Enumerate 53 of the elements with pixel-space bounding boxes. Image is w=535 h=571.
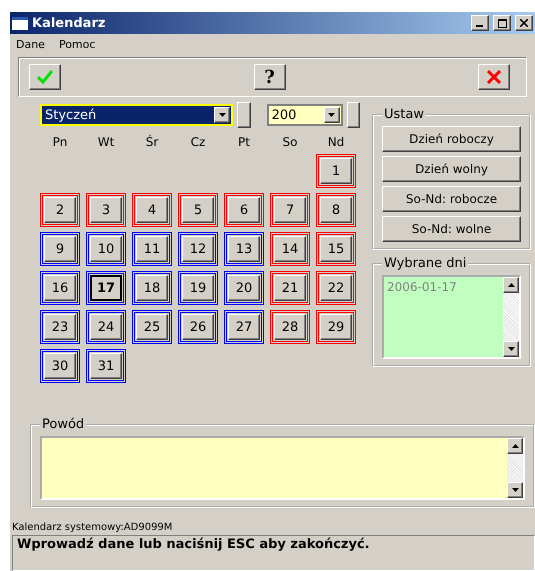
day-button[interactable]: 30 (44, 353, 76, 379)
menu-item[interactable]: Pomoc (58, 38, 96, 51)
day-button[interactable]: 19 (182, 275, 214, 301)
weekday-label: Nd (326, 135, 346, 149)
day-button[interactable]: 1 (320, 158, 352, 184)
group-title: Powód (41, 417, 86, 432)
day-button[interactable]: 3 (90, 197, 122, 223)
day-button[interactable]: 31 (90, 353, 122, 379)
help-button[interactable]: ? (254, 64, 286, 90)
set-button[interactable]: Dzień roboczy (382, 126, 521, 152)
day-button[interactable]: 28 (274, 314, 306, 340)
day-button[interactable]: 15 (320, 236, 352, 262)
day-button[interactable]: 14 (274, 236, 306, 262)
year-dropdown[interactable]: 200 (266, 104, 343, 126)
day-button[interactable]: 9 (44, 236, 76, 262)
group-title: Ustaw (383, 107, 425, 122)
day-button[interactable]: 5 (182, 197, 214, 223)
day-button[interactable]: 29 (320, 314, 352, 340)
day-button[interactable]: 25 (136, 314, 168, 340)
day-button[interactable]: 27 (228, 314, 260, 340)
day-button[interactable]: 23 (44, 314, 76, 340)
day-button[interactable]: 24 (90, 314, 122, 340)
day-button[interactable]: 12 (182, 236, 214, 262)
day-button[interactable]: 18 (136, 275, 168, 301)
weekday-label: Pn (52, 135, 68, 149)
system-calendar-label: Kalendarz systemowy:AD9099M (11, 521, 174, 533)
set-button[interactable]: So-Nd: wolne (382, 216, 521, 242)
weekday-label: Pt (237, 135, 251, 149)
day-button[interactable]: 20 (228, 275, 260, 301)
weekday-label: Cz (190, 135, 206, 149)
group-title: Wybrane dni (383, 256, 468, 271)
day-button[interactable]: 17 (90, 275, 122, 301)
weekday-label: So (282, 135, 298, 149)
day-button[interactable]: 26 (182, 314, 214, 340)
status-bar: Wprowadź dane lub naciśnij ESC aby zakończyć. (12, 535, 535, 571)
day-button[interactable]: 2 (44, 197, 76, 223)
weekday-label: Wt (96, 135, 116, 149)
set-button[interactable]: So-Nd: robocze (382, 186, 521, 212)
day-button[interactable]: 16 (44, 275, 76, 301)
day-button[interactable]: 21 (274, 275, 306, 301)
weekday-label: Śr (144, 135, 160, 149)
menu-item[interactable]: Dane (16, 38, 45, 51)
window-title: Kalendarz (32, 16, 106, 30)
day-button[interactable]: 7 (274, 197, 306, 223)
day-button[interactable]: 11 (136, 236, 168, 262)
set-button[interactable]: Dzień wolny (382, 156, 521, 182)
day-button[interactable]: 4 (136, 197, 168, 223)
day-button[interactable]: 10 (90, 236, 122, 262)
day-button[interactable]: 22 (320, 275, 352, 301)
day-button[interactable]: 13 (228, 236, 260, 262)
day-button[interactable]: 8 (320, 197, 352, 223)
day-button[interactable]: 6 (228, 197, 260, 223)
month-dropdown[interactable]: Styczeń (40, 104, 234, 126)
